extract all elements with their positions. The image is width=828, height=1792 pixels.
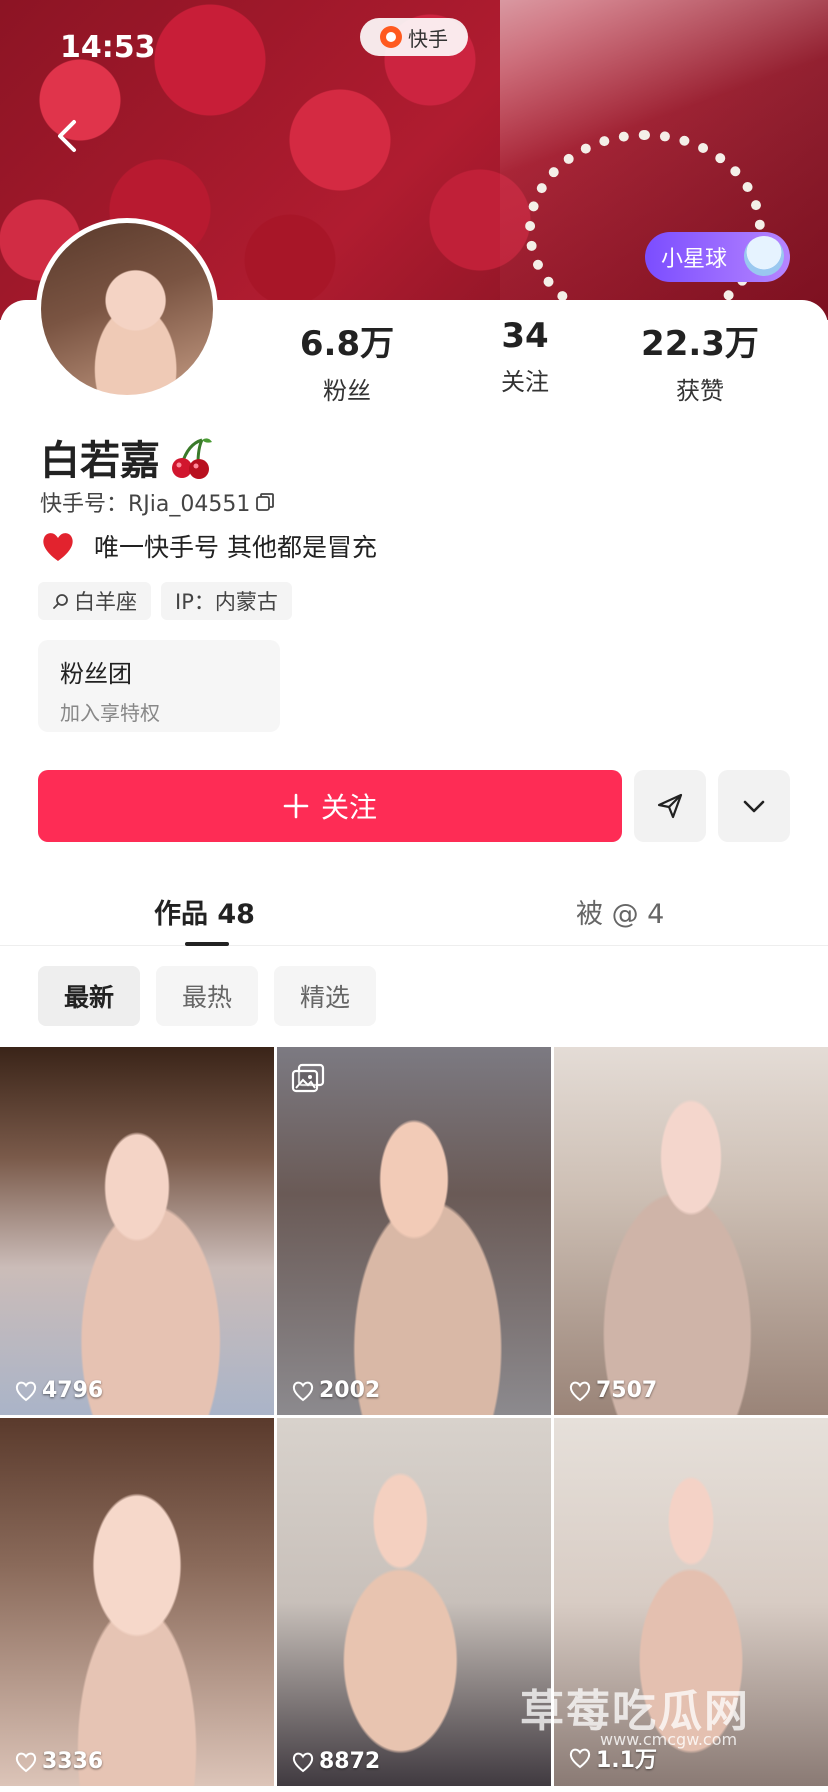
send-icon bbox=[657, 793, 683, 819]
stat-label: 关注 bbox=[501, 368, 549, 396]
filter-hottest[interactable]: 最热 bbox=[156, 966, 259, 1026]
follow-button[interactable]: 关注 bbox=[38, 770, 622, 842]
xingqiu-label: 小星球 bbox=[661, 247, 728, 272]
video-thumbnail[interactable]: 3336 bbox=[0, 1418, 274, 1786]
video-thumbnail[interactable]: 7507 bbox=[554, 1047, 828, 1415]
heart-outline-icon bbox=[569, 1381, 591, 1401]
filter-featured[interactable]: 精选 bbox=[274, 966, 377, 1026]
mascot-icon bbox=[744, 236, 784, 276]
stat-likes[interactable]: 22.3万 获赞 bbox=[620, 316, 780, 406]
chevron-left-icon bbox=[58, 120, 76, 152]
stat-label: 粉丝 bbox=[323, 377, 371, 405]
image-album-icon bbox=[291, 1063, 325, 1093]
like-count: 7507 bbox=[568, 1378, 657, 1403]
bio-text: 唯一快手号 其他都是冒充 bbox=[94, 533, 377, 562]
sort-filters: 最新 最热 精选 bbox=[38, 966, 377, 1026]
stat-fans[interactable]: 6.8万 粉丝 bbox=[267, 316, 427, 406]
fans-club-card[interactable]: 粉丝团 加入享特权 bbox=[38, 640, 280, 732]
like-count-text: 8872 bbox=[319, 1749, 381, 1774]
site-watermark-url: www.cmcgw.com bbox=[600, 1730, 738, 1749]
profile-tags: 白羊座 IP：内蒙古 bbox=[38, 582, 292, 620]
like-count-text: 7507 bbox=[596, 1378, 658, 1403]
like-count: 2002 bbox=[291, 1378, 380, 1403]
fans-club-title: 粉丝团 bbox=[60, 660, 132, 688]
copy-icon[interactable] bbox=[254, 491, 276, 513]
like-count-text: 3336 bbox=[42, 1749, 104, 1774]
app-pill-label: 快手 bbox=[408, 26, 448, 51]
search-icon bbox=[53, 594, 68, 609]
more-options-button[interactable] bbox=[718, 770, 790, 842]
like-count: 4796 bbox=[14, 1378, 103, 1403]
fans-club-subtitle: 加入享特权 bbox=[60, 701, 160, 725]
active-tab-indicator bbox=[185, 942, 229, 946]
nickname-text: 白若嘉 bbox=[40, 438, 160, 484]
tag-zodiac[interactable]: 白羊座 bbox=[38, 582, 151, 620]
kuaishou-logo-icon bbox=[380, 26, 402, 48]
heart-outline-icon bbox=[15, 1752, 37, 1772]
like-count: 8872 bbox=[291, 1749, 380, 1774]
heart-outline-icon bbox=[15, 1381, 37, 1401]
heart-outline-icon bbox=[292, 1381, 314, 1401]
video-thumbnail[interactable]: 8872 bbox=[277, 1418, 551, 1786]
stat-value: 22.3万 bbox=[641, 324, 759, 364]
tag-label: IP：内蒙古 bbox=[175, 590, 278, 614]
avatar[interactable] bbox=[36, 218, 218, 400]
video-thumbnail[interactable]: 2002 bbox=[277, 1047, 551, 1415]
like-count: 3336 bbox=[14, 1749, 103, 1774]
heart-outline-icon bbox=[292, 1752, 314, 1772]
stat-label: 获赞 bbox=[676, 377, 724, 405]
nickname: 白若嘉 bbox=[40, 428, 214, 486]
xingqiu-badge[interactable]: 小星球 bbox=[645, 232, 790, 282]
cherry-icon bbox=[172, 438, 212, 479]
tag-ip-location: IP：内蒙古 bbox=[161, 582, 292, 620]
stat-following[interactable]: 34 关注 bbox=[445, 316, 605, 397]
like-count-text: 4796 bbox=[42, 1378, 104, 1403]
avatar-image bbox=[41, 223, 213, 395]
stat-value: 6.8万 bbox=[299, 324, 395, 364]
tab-mentions[interactable]: 被 @ 4 bbox=[576, 892, 664, 931]
tab-works[interactable]: 作品 48 bbox=[154, 892, 255, 931]
video-thumbnail[interactable]: 4796 bbox=[0, 1047, 274, 1415]
bio: 唯一快手号 其他都是冒充 bbox=[40, 528, 377, 564]
back-button[interactable] bbox=[48, 112, 88, 160]
content-tabs: 作品 48 被 @ 4 bbox=[0, 880, 828, 946]
kuaishou-id: 快手号：RJia_04551 bbox=[40, 486, 276, 518]
like-count-text: 2002 bbox=[319, 1378, 381, 1403]
kuaishou-app-pill: 快手 bbox=[360, 18, 468, 56]
heart-outline-icon bbox=[569, 1748, 591, 1769]
send-message-button[interactable] bbox=[634, 770, 706, 842]
plus-icon bbox=[283, 793, 309, 819]
follow-label: 关注 bbox=[320, 791, 377, 824]
status-bar-time: 14:53 bbox=[60, 30, 156, 65]
tag-label: 白羊座 bbox=[74, 590, 137, 614]
stat-value: 34 bbox=[501, 316, 549, 356]
chevron-down-icon bbox=[743, 800, 765, 813]
filter-latest[interactable]: 最新 bbox=[38, 966, 141, 1026]
kuaishou-id-text: 快手号：RJia_04551 bbox=[40, 492, 251, 517]
red-heart-icon bbox=[43, 533, 73, 561]
